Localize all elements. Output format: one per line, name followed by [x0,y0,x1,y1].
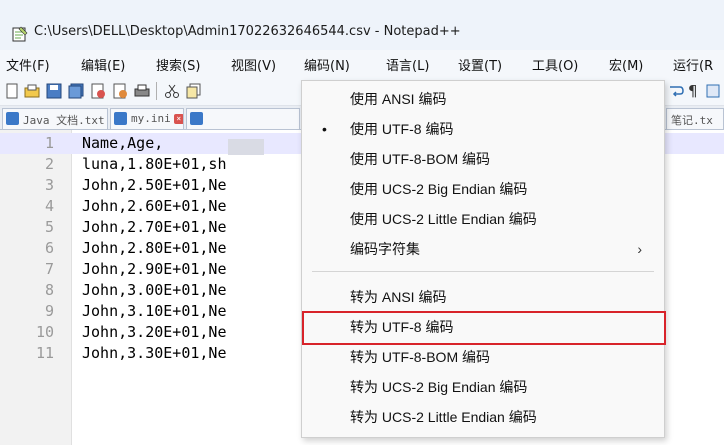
window-title: C:\Users\DELL\Desktop\Admin1702263264654… [34,24,461,39]
show-all-chars-icon[interactable]: ¶ [688,82,698,100]
file-icon [114,112,127,125]
chevron-right-icon: › [637,241,642,257]
line-text: John,2.60E+01,Ne [82,197,227,215]
menu-language[interactable]: 语言(L) [386,55,429,74]
menu-item-label: 使用 UTF-8-BOM 编码 [350,151,490,167]
line-number: 9 [44,302,54,320]
save-all-icon[interactable] [68,83,84,99]
open-file-icon[interactable] [24,83,40,99]
notepad-app-icon [12,26,28,42]
line-number: 7 [44,260,54,278]
file-icon [190,112,203,125]
menu-item-character-sets[interactable]: 编码字符集 › [302,234,664,264]
menu-tools[interactable]: 工具(O) [532,55,578,74]
tab-java-doc[interactable]: Java 文档.txt× [2,108,108,129]
menu-item-label: 转为 UCS-2 Big Endian 编码 [350,379,528,395]
indent-guide-icon[interactable] [705,83,721,99]
menu-settings[interactable]: 设置(T) [458,55,502,74]
cut-icon[interactable] [164,83,180,99]
encoding-dropdown-menu: 使用 ANSI 编码 • 使用 UTF-8 编码 使用 UTF-8-BOM 编码… [301,80,665,438]
line-number: 2 [44,155,54,173]
menu-edit[interactable]: 编辑(E) [81,55,125,74]
menu-item-use-utf8[interactable]: • 使用 UTF-8 编码 [302,114,664,144]
menu-run[interactable]: 运行(R [673,55,713,74]
menu-item-label: 转为 UTF-8-BOM 编码 [350,349,490,365]
title-bar: C:\Users\DELL\Desktop\Admin1702263264654… [0,0,724,50]
menu-item-convert-ansi[interactable]: 转为 ANSI 编码 [302,282,664,312]
line-number: 3 [44,176,54,194]
line-number: 10 [35,323,54,341]
menu-item-label: 使用 UCS-2 Little Endian 编码 [350,211,537,227]
menu-item-convert-ucs2-le[interactable]: 转为 UCS-2 Little Endian 编码 [302,402,664,432]
menu-item-use-utf8-bom[interactable]: 使用 UTF-8-BOM 编码 [302,144,664,174]
tab-hidden[interactable] [186,108,300,129]
line-text: John,3.20E+01,Ne [82,323,227,341]
line-number: 11 [35,344,54,362]
line-number: 8 [44,281,54,299]
line-number: 6 [44,239,54,257]
menu-item-convert-ucs2-be[interactable]: 转为 UCS-2 Big Endian 编码 [302,372,664,402]
menu-item-label: 使用 ANSI 编码 [350,91,447,107]
line-number: 5 [44,218,54,236]
tab-label: my.ini [131,112,171,125]
print-icon[interactable] [134,83,150,99]
menu-item-convert-utf8-bom[interactable]: 转为 UTF-8-BOM 编码 [302,342,664,372]
check-mark-icon: • [322,121,327,137]
line-text: John,2.80E+01,Ne [82,239,227,257]
tab-my-ini[interactable]: my.ini × [110,108,184,129]
line-text: John,3.10E+01,Ne [82,302,227,320]
line-number: 4 [44,197,54,215]
line-text: John,3.30E+01,Ne [82,344,227,362]
menu-separator [312,271,654,272]
copy-icon[interactable] [186,83,202,99]
menu-file[interactable]: 文件(F) [6,55,50,74]
menu-item-use-ucs2-le[interactable]: 使用 UCS-2 Little Endian 编码 [302,204,664,234]
menu-item-use-ucs2-be[interactable]: 使用 UCS-2 Big Endian 编码 [302,174,664,204]
tab-notes[interactable]: 笔记.tx [666,108,724,129]
menu-item-convert-utf8[interactable]: 转为 UTF-8 编码 [302,312,664,342]
menu-encoding[interactable]: 编码(N) [304,55,350,74]
file-icon [6,112,19,125]
menu-item-label: 使用 UCS-2 Big Endian 编码 [350,181,528,197]
line-text: John,2.50E+01,Ne [82,176,227,194]
line-text: John,2.70E+01,Ne [82,218,227,236]
line-text: Name,Age, [82,134,164,152]
tab-label: Java 文档.txt [23,114,105,127]
menu-search[interactable]: 搜索(S) [156,55,200,74]
line-text: luna,1.80E+01,sh [82,155,227,173]
menu-item-label: 转为 UTF-8 编码 [350,319,454,335]
close-all-icon[interactable] [112,83,128,99]
tab-label: 笔记.tx [671,114,713,127]
save-icon[interactable] [46,83,62,99]
new-file-icon[interactable] [4,83,20,99]
redacted-text [228,139,264,155]
menu-bar: 文件(F) 编辑(E) 搜索(S) 视图(V) 编码(N) 语言(L) 设置(T… [0,50,724,76]
menu-item-use-ansi[interactable]: 使用 ANSI 编码 [302,84,664,114]
line-text: John,2.90E+01,Ne [82,260,227,278]
menu-item-label: 编码字符集 [350,241,420,257]
menu-macro[interactable]: 宏(M) [609,55,643,74]
menu-item-label: 转为 ANSI 编码 [350,289,447,305]
line-number: 1 [44,134,54,152]
menu-item-label: 转为 UCS-2 Little Endian 编码 [350,409,537,425]
line-text: John,3.00E+01,Ne [82,281,227,299]
word-wrap-icon[interactable] [668,83,684,99]
close-file-icon[interactable] [90,83,106,99]
menu-view[interactable]: 视图(V) [231,55,276,74]
toolbar-separator [156,82,157,100]
menu-item-label: 使用 UTF-8 编码 [350,121,454,137]
close-icon[interactable]: × [173,114,183,124]
